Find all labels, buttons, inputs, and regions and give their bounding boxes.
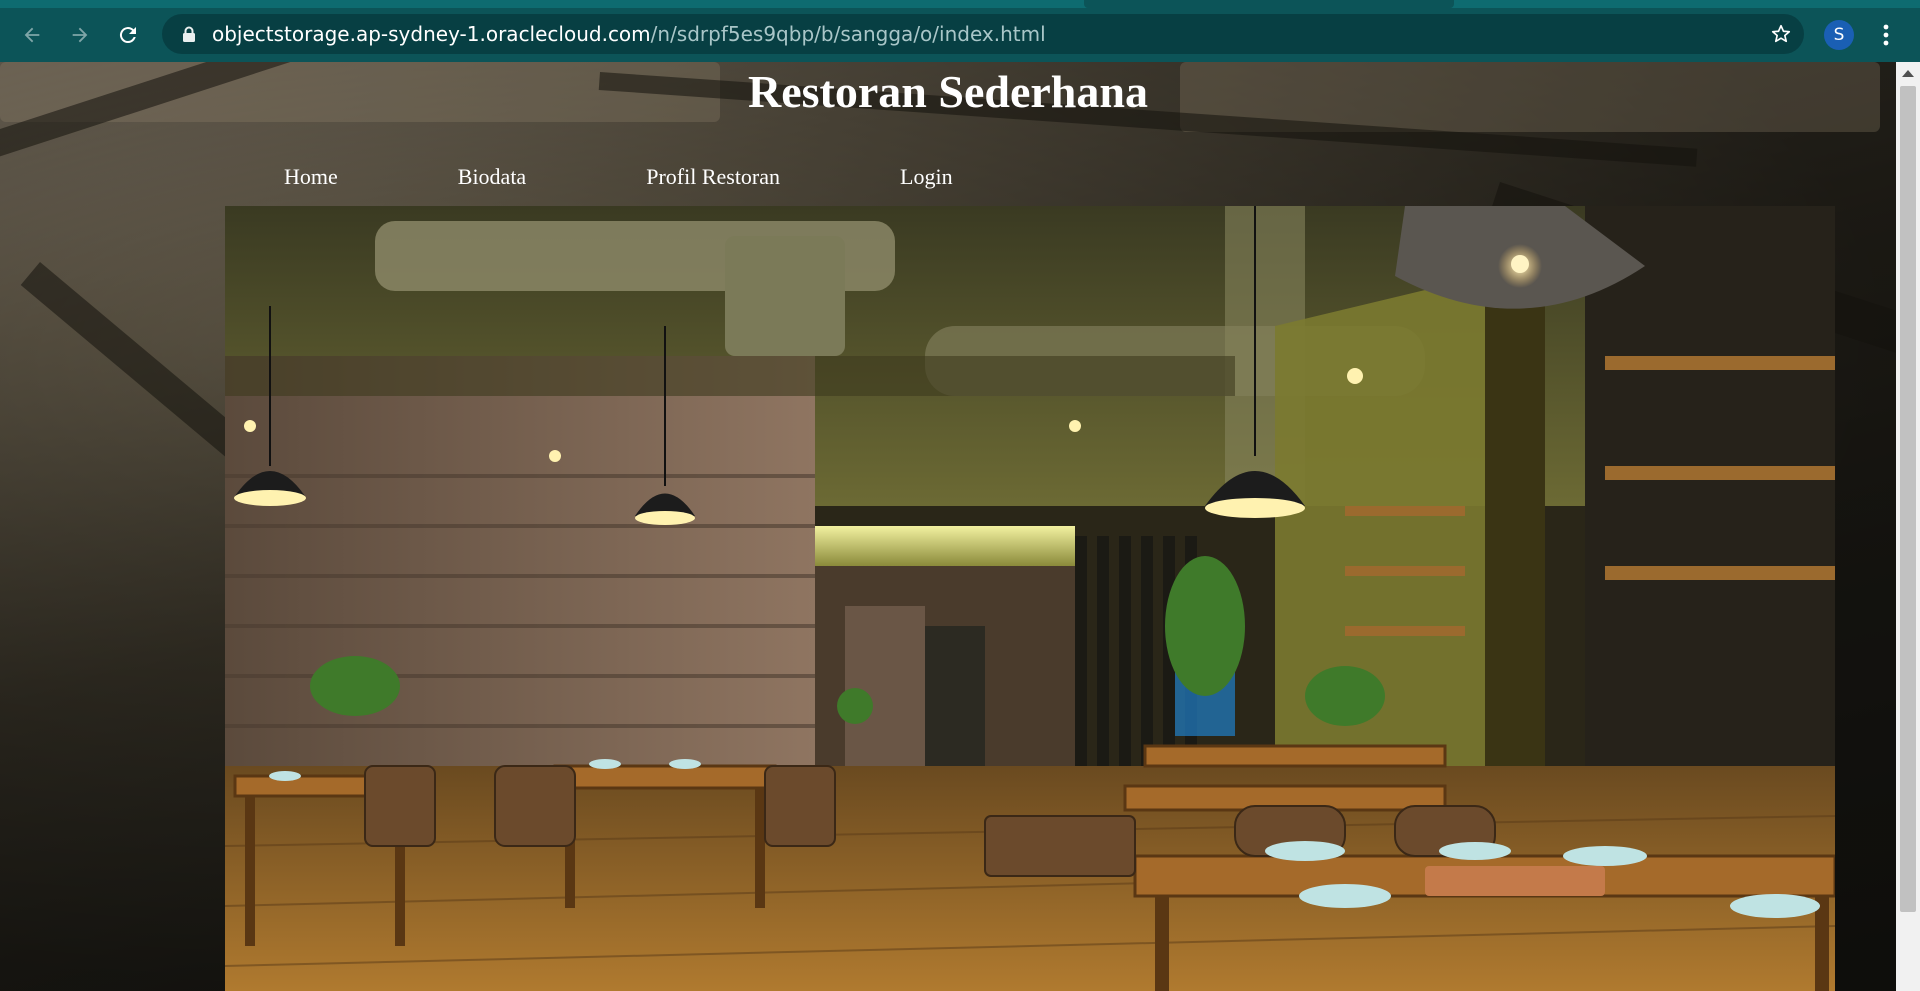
profile-avatar[interactable]: S: [1824, 20, 1854, 50]
restaurant-interior-illustration: [225, 206, 1835, 991]
scroll-up-arrow-icon[interactable]: [1902, 70, 1914, 77]
browser-menu-button[interactable]: [1874, 18, 1898, 52]
star-icon[interactable]: [1770, 23, 1792, 45]
forward-button[interactable]: [62, 17, 98, 53]
scrollbar-thumb[interactable]: [1900, 86, 1916, 912]
site-nav: Home Biodata Profil Restoran Login: [284, 162, 1073, 192]
forward-arrow-icon: [72, 27, 88, 43]
address-bar[interactable]: objectstorage.ap-sydney-1.oraclecloud.co…: [162, 14, 1804, 54]
reload-button[interactable]: [110, 17, 146, 53]
nav-link-login[interactable]: Login: [900, 162, 953, 192]
nav-link-biodata[interactable]: Biodata: [458, 162, 526, 192]
hero-image: [225, 206, 1835, 991]
kebab-menu-icon: [1883, 24, 1889, 46]
url-path: /n/sdrpf5es9qbp/b/sangga/o/index.html: [650, 22, 1046, 46]
back-arrow-icon: [24, 27, 40, 43]
tab-strip: [0, 0, 1920, 8]
browser-toolbar: objectstorage.ap-sydney-1.oraclecloud.co…: [0, 8, 1920, 62]
url-host: objectstorage.ap-sydney-1.oraclecloud.co…: [212, 22, 651, 46]
lock-icon[interactable]: [182, 26, 196, 42]
page-scrollbar[interactable]: [1896, 62, 1920, 991]
url-text[interactable]: objectstorage.ap-sydney-1.oraclecloud.co…: [212, 14, 1046, 54]
active-tab[interactable]: [1084, 0, 1454, 8]
nav-link-home[interactable]: Home: [284, 162, 338, 192]
site-title: Restoran Sederhana: [748, 66, 1148, 117]
back-button[interactable]: [14, 17, 50, 53]
reload-icon: [119, 27, 136, 44]
page-viewport: Restoran Sederhana Home Biodata Profil R…: [0, 62, 1896, 991]
nav-link-profil-restoran[interactable]: Profil Restoran: [646, 162, 780, 192]
